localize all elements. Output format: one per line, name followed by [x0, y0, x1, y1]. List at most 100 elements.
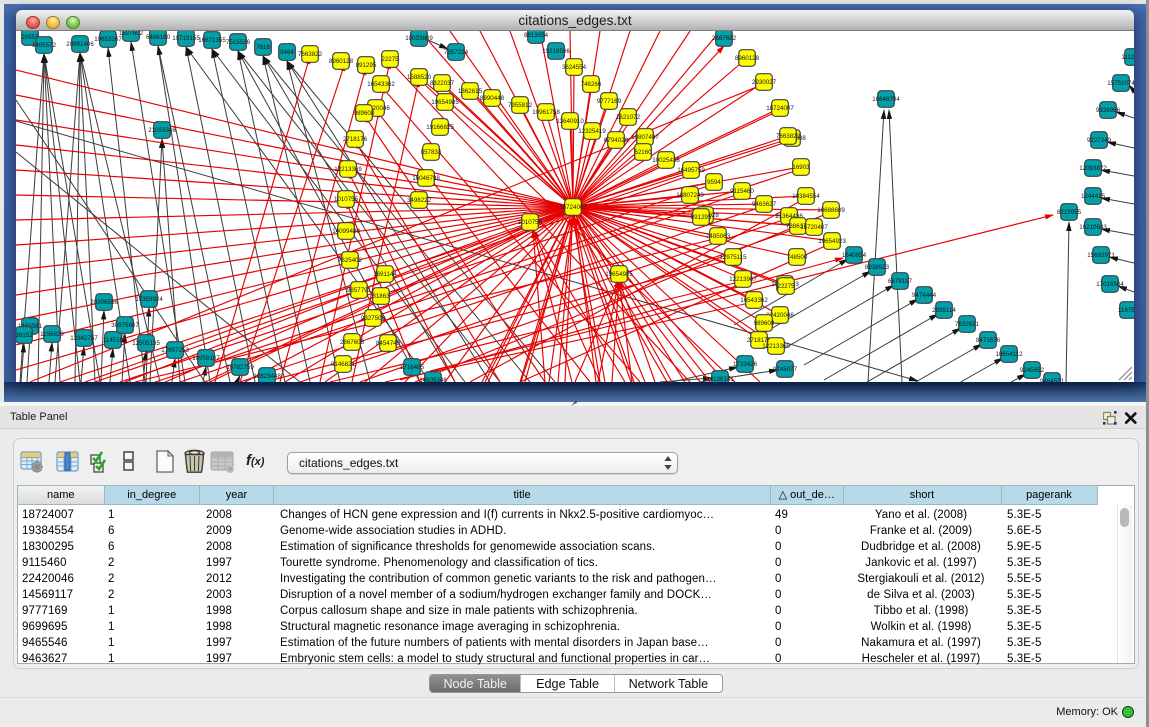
svg-text:17016504: 17016504 [1096, 281, 1124, 288]
svg-text:10688609: 10688609 [817, 207, 845, 214]
svg-text:22275: 22275 [381, 56, 399, 63]
svg-text:20991406: 20991406 [66, 41, 94, 48]
svg-text:1362615: 1362615 [458, 88, 483, 95]
svg-text:6466160: 6466160 [146, 34, 171, 41]
svg-text:39152: 39152 [16, 332, 33, 339]
svg-text:9777169: 9777169 [597, 98, 622, 105]
svg-text:22275: 22275 [777, 283, 795, 290]
svg-text:9463627: 9463627 [752, 201, 777, 208]
svg-text:12093872: 12093872 [1079, 165, 1107, 172]
svg-text:10653267: 10653267 [94, 36, 122, 43]
svg-text:30975867: 30975867 [111, 322, 139, 329]
svg-text:989608: 989608 [354, 110, 375, 117]
svg-text:9146821: 9146821 [331, 361, 356, 368]
svg-text:8322037: 8322037 [430, 80, 455, 87]
svg-text:17957253: 17957253 [161, 347, 189, 354]
svg-text:6879197: 6879197 [888, 278, 913, 285]
svg-text:7485063: 7485063 [706, 233, 731, 240]
svg-text:8990448: 8990448 [480, 95, 505, 102]
svg-text:10654112: 10654112 [995, 351, 1023, 358]
svg-text:18807249: 18807249 [676, 192, 704, 199]
svg-text:7663822: 7663822 [298, 51, 323, 58]
svg-text:10958107: 10958107 [192, 355, 220, 362]
svg-text:114519: 114519 [103, 337, 124, 344]
svg-text:9329966: 9329966 [1096, 107, 1121, 114]
svg-text:19384554: 19384554 [792, 193, 820, 200]
svg-text:8813054: 8813054 [524, 32, 549, 39]
svg-text:9594: 9594 [707, 179, 721, 186]
svg-text:10025438: 10025438 [652, 157, 680, 164]
svg-text:12325419: 12325419 [578, 128, 606, 135]
svg-text:12823448: 12823448 [253, 373, 281, 380]
svg-text:12213967: 12213967 [729, 276, 757, 283]
svg-text:10807487: 10807487 [631, 134, 659, 141]
svg-text:7625402: 7625402 [338, 257, 363, 264]
svg-text:989608: 989608 [754, 320, 775, 327]
svg-text:8215955: 8215955 [1057, 209, 1082, 216]
svg-text:19654985: 19654985 [605, 271, 633, 278]
svg-text:6794028: 6794028 [604, 137, 629, 144]
svg-text:7663822: 7663822 [776, 133, 801, 140]
svg-text:62160: 62160 [634, 149, 652, 156]
svg-text:19166825: 19166825 [426, 124, 454, 131]
svg-text:8938923: 8938923 [865, 264, 890, 271]
svg-text:12505135: 12505135 [132, 340, 160, 347]
svg-text:16671355: 16671355 [198, 37, 226, 44]
svg-text:20206556: 20206556 [90, 299, 118, 306]
svg-text:16782759: 16782759 [226, 364, 254, 371]
svg-text:1112063: 1112063 [1121, 54, 1134, 61]
svg-text:81863: 81863 [372, 293, 390, 300]
svg-text:19654923: 19654923 [818, 238, 846, 245]
svg-text:9464: 9464 [280, 49, 294, 56]
svg-text:13640910: 13640910 [556, 118, 584, 125]
svg-text:1733426: 1733426 [733, 361, 758, 368]
svg-text:19218506: 19218506 [542, 48, 570, 55]
svg-text:15720407: 15720407 [800, 224, 828, 231]
svg-text:7515526: 7515526 [226, 39, 251, 46]
svg-text:10719155: 10719155 [172, 35, 200, 42]
svg-text:14136141: 14136141 [706, 376, 734, 382]
svg-text:10961758: 10961758 [532, 109, 560, 116]
svg-text:1527602: 1527602 [119, 31, 144, 37]
svg-text:1010755: 1010755 [334, 196, 359, 203]
svg-text:7955812: 7955812 [508, 102, 533, 109]
svg-text:9227349: 9227349 [1087, 137, 1112, 144]
svg-text:2718176: 2718176 [343, 136, 368, 143]
svg-text:12975115: 12975115 [719, 254, 747, 261]
svg-text:1405572: 1405572 [32, 42, 57, 49]
svg-text:8454749: 8454749 [376, 340, 401, 347]
svg-text:16648784: 16648784 [872, 96, 900, 103]
svg-text:18724007: 18724007 [766, 105, 794, 112]
svg-text:1621072: 1621072 [616, 114, 641, 121]
svg-text:7616: 7616 [256, 44, 270, 51]
svg-text:16210643: 16210643 [1079, 224, 1107, 231]
svg-text:891295: 891295 [356, 62, 377, 69]
svg-text:9245652: 9245652 [1020, 367, 1045, 374]
svg-text:2687682: 2687682 [712, 35, 737, 42]
svg-text:3498222: 3498222 [407, 197, 432, 204]
svg-text:1156829: 1156829 [40, 331, 64, 338]
svg-text:748500: 748500 [787, 254, 808, 261]
svg-text:12213369: 12213369 [762, 343, 790, 350]
svg-text:8960128: 8960128 [735, 55, 760, 62]
svg-text:2930027: 2930027 [752, 79, 777, 86]
svg-text:9474444: 9474444 [912, 292, 937, 299]
svg-text:9327508: 9327508 [361, 315, 386, 322]
svg-text:18724007: 18724007 [559, 204, 587, 211]
svg-text:2867608: 2867608 [340, 339, 365, 346]
svg-text:8471676: 8471676 [976, 337, 1001, 344]
svg-text:3624554: 3624554 [562, 64, 587, 71]
svg-text:9115460: 9115460 [730, 188, 754, 195]
svg-text:16495759: 16495759 [677, 167, 705, 174]
svg-text:12213369: 12213369 [334, 166, 362, 173]
svg-text:17359924: 17359924 [135, 296, 163, 303]
svg-text:9857791: 9857791 [347, 287, 372, 294]
svg-text:16543362: 16543362 [740, 297, 768, 304]
svg-text:16903: 16903 [792, 164, 810, 171]
svg-text:1588520: 1588520 [407, 74, 432, 81]
svg-text:14099489: 14099489 [332, 228, 360, 235]
svg-text:1716485: 1716485 [400, 364, 425, 371]
svg-text:7632621: 7632621 [955, 321, 980, 328]
svg-text:14605346: 14605346 [419, 377, 447, 382]
svg-text:1640954: 1640954 [842, 252, 867, 259]
